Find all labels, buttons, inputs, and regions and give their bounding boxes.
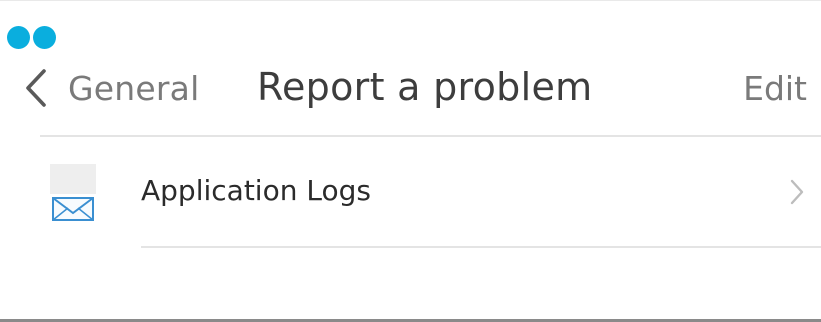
page-title: Report a problem	[257, 65, 593, 109]
mail-envelope-icon	[50, 164, 96, 224]
navigation-bar: General Report a problem Edit	[0, 57, 821, 119]
list-item-application-logs[interactable]: Application Logs	[0, 138, 821, 246]
list-item-label: Application Logs	[141, 174, 371, 207]
chevron-right-icon	[790, 179, 804, 205]
status-dots	[7, 26, 56, 49]
back-button-label: General	[68, 68, 200, 108]
settings-screen: General Report a problem Edit Applicatio…	[0, 0, 821, 322]
status-dot	[7, 26, 30, 49]
back-button[interactable]: General	[22, 61, 199, 115]
list-item-divider	[141, 246, 821, 248]
status-dot	[33, 26, 56, 49]
chevron-left-icon	[26, 69, 46, 107]
navbar-divider	[40, 135, 821, 137]
edit-button[interactable]: Edit	[743, 69, 807, 108]
